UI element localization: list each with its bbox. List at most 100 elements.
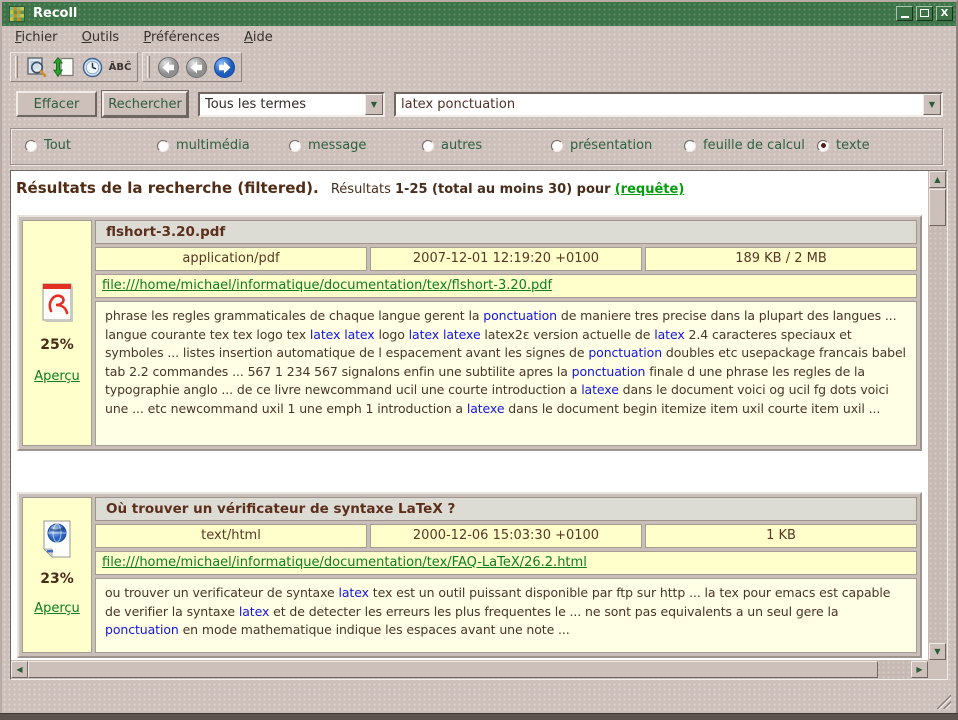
result-abstract: ou trouver un verificateur de syntaxe la… — [95, 578, 917, 653]
recoll-app-icon — [9, 6, 25, 22]
radio-icon[interactable] — [289, 140, 301, 152]
menu-aide[interactable]: Aide — [234, 26, 283, 49]
next-page-icon — [213, 56, 236, 79]
update-index-button[interactable] — [50, 54, 78, 80]
search-mode-select[interactable]: Tous les termes ▼ — [198, 92, 385, 117]
previous-page-icon — [185, 56, 208, 79]
category-filter-group: Tout multimédia message autres présentat… — [10, 128, 943, 165]
document-preview-button[interactable] — [22, 54, 50, 80]
minimize-button[interactable] — [896, 6, 913, 21]
result-meta-row: application/pdf 2007-12-01 12:19:20 +010… — [95, 247, 917, 271]
results-header: Résultats de la recherche (filtered). Ré… — [16, 179, 684, 197]
result-side-panel: 23% Aperçu — [22, 497, 92, 653]
first-page-button[interactable] — [154, 54, 182, 80]
horizontal-scrollbar[interactable]: ◀ ▶ — [11, 660, 928, 679]
result-item-1: 25% Aperçu flshort-3.20.pdf application/… — [17, 215, 922, 451]
relevance-percent: 25% — [40, 337, 74, 353]
titlebar[interactable]: Recoll X — [2, 2, 956, 26]
next-page-button[interactable] — [210, 54, 238, 80]
status-bar — [2, 682, 956, 713]
result-size: 189 KB / 2 MB — [645, 247, 917, 271]
result-title: Où trouver un vérificateur de syntaxe La… — [95, 497, 917, 521]
result-url-link[interactable]: file:///home/michael/informatique/docume… — [102, 278, 552, 293]
scroll-right-button[interactable]: ▶ — [911, 661, 928, 678]
horizontal-scroll-thumb[interactable] — [28, 661, 878, 678]
term-explorer-button[interactable]: ÂBĈ — [106, 54, 134, 80]
filter-autres[interactable]: autres — [422, 138, 482, 153]
chevron-down-icon[interactable]: ▼ — [923, 94, 941, 115]
results-list: Résultats de la recherche (filtered). Ré… — [11, 171, 928, 660]
history-icon — [81, 56, 104, 79]
recoll-window: Recoll X Fichier Outils Préférences Aide — [0, 0, 958, 718]
minimize-icon — [901, 16, 909, 18]
results-range: 1-25 (total au moins 30) pour — [395, 182, 611, 197]
result-item-2: 23% Aperçu Où trouver un vérificateur de… — [17, 492, 922, 658]
query-input[interactable] — [396, 94, 923, 115]
filter-texte[interactable]: texte — [817, 138, 870, 153]
results-scrollframe: Résultats de la recherche (filtered). Ré… — [10, 170, 948, 680]
query-combobox: ▼ — [394, 92, 943, 117]
menubar: Fichier Outils Préférences Aide — [2, 26, 956, 49]
result-title: flshort-3.20.pdf — [95, 220, 917, 244]
result-side-panel: 25% Aperçu — [22, 220, 92, 446]
pdf-file-icon — [40, 283, 74, 323]
query-details-link[interactable]: (requête) — [615, 182, 685, 197]
radio-icon[interactable] — [422, 140, 434, 152]
result-details: Où trouver un vérificateur de syntaxe La… — [95, 497, 917, 653]
window-bottom-edge — [0, 713, 958, 720]
resize-grip-icon[interactable] — [937, 695, 951, 709]
preview-link[interactable]: Aperçu — [34, 601, 80, 616]
close-button[interactable]: X — [936, 6, 953, 21]
toolbar-grip[interactable] — [15, 56, 18, 78]
scroll-down-button[interactable]: ▼ — [929, 643, 946, 660]
radio-icon[interactable] — [157, 140, 169, 152]
result-mime: text/html — [95, 524, 367, 548]
toolbar-grip[interactable] — [147, 56, 150, 78]
html-file-icon — [40, 520, 74, 558]
vertical-scroll-thumb[interactable] — [929, 189, 946, 226]
result-date: 2007-12-01 12:19:20 +0100 — [370, 247, 642, 271]
result-url-cell: file:///home/michael/informatique/docume… — [95, 551, 917, 575]
radio-icon[interactable] — [684, 140, 696, 152]
result-url-link[interactable]: file:///home/michael/informatique/docume… — [102, 555, 587, 570]
preview-link[interactable]: Aperçu — [34, 369, 80, 384]
scroll-left-button[interactable]: ◀ — [11, 661, 28, 678]
window-title: Recoll — [33, 2, 77, 26]
maximize-button[interactable] — [916, 6, 933, 21]
search-mode-value: Tous les termes — [200, 94, 365, 115]
maximize-icon — [920, 9, 929, 17]
radio-icon[interactable] — [817, 140, 829, 152]
document-preview-icon — [25, 56, 48, 79]
menu-outils[interactable]: Outils — [72, 26, 130, 49]
toolbar: ÂBĈ — [2, 50, 956, 83]
menu-preferences[interactable]: Préférences — [133, 26, 229, 49]
update-index-icon — [53, 56, 76, 79]
search-button[interactable]: Rechercher — [102, 91, 188, 117]
filter-multimedia[interactable]: multimédia — [157, 138, 250, 153]
result-url-cell: file:///home/michael/informatique/docume… — [95, 274, 917, 298]
filter-feuille-de-calcul[interactable]: feuille de calcul — [684, 138, 805, 153]
radio-icon[interactable] — [551, 140, 563, 152]
radio-icon[interactable] — [25, 140, 37, 152]
clear-button[interactable]: Effacer — [16, 91, 97, 117]
toolbar-group-main: ÂBĈ — [10, 52, 138, 82]
previous-page-button[interactable] — [182, 54, 210, 80]
filter-tout[interactable]: Tout — [25, 138, 71, 153]
menu-fichier[interactable]: Fichier — [5, 26, 68, 49]
chevron-down-icon[interactable]: ▼ — [365, 94, 383, 115]
result-date: 2000-12-06 15:03:30 +0100 — [370, 524, 642, 548]
result-abstract: phrase les regles grammaticales de chaqu… — [95, 301, 917, 446]
first-page-icon — [157, 56, 180, 79]
filter-message[interactable]: message — [289, 138, 366, 153]
history-button[interactable] — [78, 54, 106, 80]
results-title: Résultats de la recherche (filtered). — [16, 179, 319, 197]
term-explorer-icon: ÂBĈ — [109, 62, 132, 73]
result-meta-row: text/html 2000-12-06 15:03:30 +0100 1 KB — [95, 524, 917, 548]
relevance-percent: 23% — [40, 571, 74, 587]
scroll-up-button[interactable]: ▲ — [929, 171, 946, 188]
filter-presentation[interactable]: présentation — [551, 138, 652, 153]
result-details: flshort-3.20.pdf application/pdf 2007-12… — [95, 220, 917, 446]
vertical-scrollbar[interactable]: ▲ ▼ — [928, 171, 947, 660]
toolbar-group-nav — [142, 52, 242, 82]
result-size: 1 KB — [645, 524, 917, 548]
